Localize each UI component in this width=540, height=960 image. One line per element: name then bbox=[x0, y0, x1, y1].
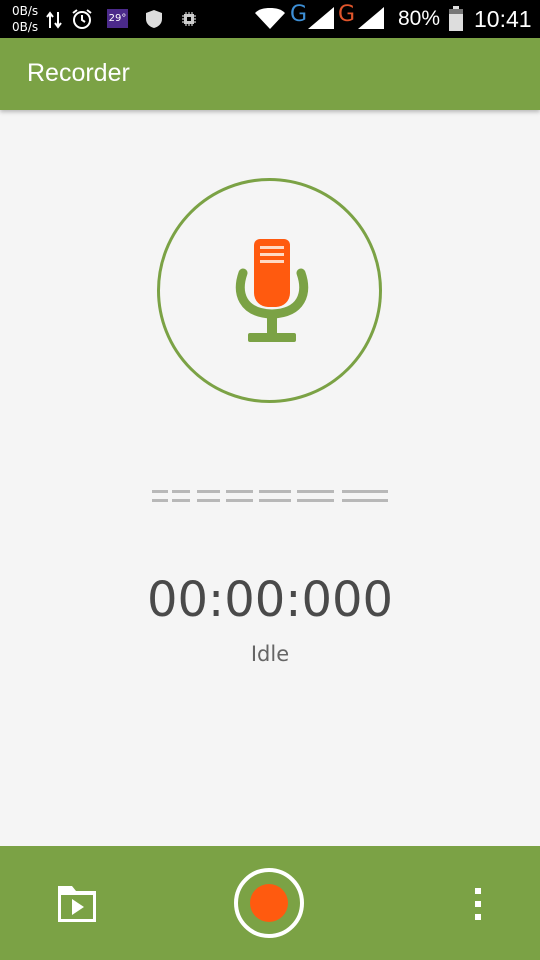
folder-play-icon bbox=[58, 886, 96, 922]
temperature-badge: 29° bbox=[107, 9, 128, 28]
network-speed: 0B/s 0B/s bbox=[12, 3, 38, 35]
alarm-icon bbox=[71, 8, 93, 30]
record-icon bbox=[250, 884, 288, 922]
recordings-list-button[interactable] bbox=[50, 878, 106, 928]
signal-icon bbox=[308, 7, 334, 29]
app-bar: Recorder bbox=[0, 38, 540, 110]
wifi-icon bbox=[255, 8, 285, 30]
elapsed-timer: 00:00:000 bbox=[146, 572, 394, 628]
data-transfer-icon bbox=[46, 10, 62, 30]
more-options-button[interactable] bbox=[464, 884, 492, 924]
mic-visual bbox=[157, 178, 382, 403]
microphone-icon bbox=[235, 239, 309, 342]
chip-icon bbox=[181, 11, 197, 27]
net-down-speed: 0B/s bbox=[12, 20, 39, 34]
shield-icon bbox=[145, 9, 163, 29]
level-indicator bbox=[152, 490, 388, 502]
status-bar: 0B/s 0B/s 29° G G 80% 10:41 bbox=[0, 0, 540, 38]
battery-icon bbox=[448, 6, 464, 32]
battery-percent: 80% bbox=[398, 7, 441, 30]
app-title: Recorder bbox=[27, 59, 130, 87]
carrier1-label: G bbox=[290, 2, 308, 27]
recorder-screen: 0B/s 0B/s 29° G G 80% 10:41 Recorder 00:… bbox=[0, 0, 540, 960]
clock: 10:41 bbox=[474, 6, 532, 32]
record-button[interactable] bbox=[234, 868, 304, 938]
bottom-bar bbox=[0, 846, 540, 960]
carrier2-label: G bbox=[338, 2, 356, 27]
more-vert-icon bbox=[475, 888, 481, 920]
recorder-state: Idle bbox=[250, 642, 290, 666]
net-up-speed: 0B/s bbox=[12, 4, 39, 18]
signal-icon bbox=[358, 7, 384, 29]
